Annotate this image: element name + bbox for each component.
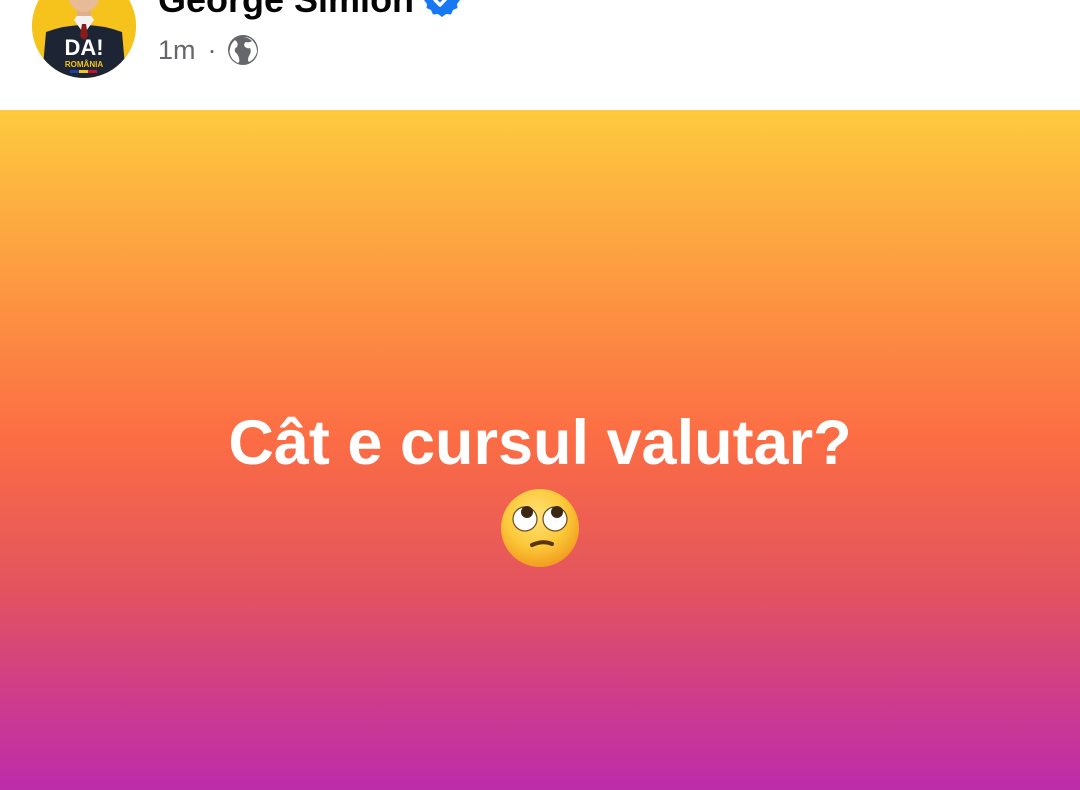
author-name[interactable]: George Simion [158,0,414,22]
post-text: Cât e cursul valutar? [228,408,852,478]
globe-icon[interactable] [227,34,259,66]
post-timestamp[interactable]: 1m [158,32,196,68]
avatar[interactable]: DA! ROMÂNIA [32,0,136,78]
avatar-logo-subtext: ROMÂNIA [65,60,103,69]
avatar-image: DA! ROMÂNIA [32,0,136,78]
verified-badge-icon [424,0,461,18]
face-with-rolling-eyes-icon [501,489,579,567]
avatar-logo-text: DA! [64,35,103,60]
meta-separator: · [207,35,217,65]
post-meta: 1m · [158,32,259,68]
post-background: Cât e cursul valutar? [0,110,1080,790]
author-row: George Simion [158,0,461,22]
post-header: DA! ROMÂNIA George Simion 1m · [0,0,1080,110]
